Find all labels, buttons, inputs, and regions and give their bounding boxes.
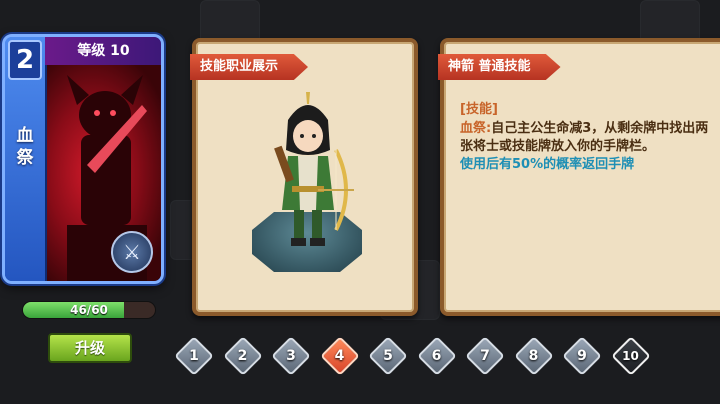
level-label: 10 xyxy=(622,349,639,363)
level-label: 1 xyxy=(189,348,199,364)
level-button-1[interactable]: 1 xyxy=(174,336,214,376)
skill-heading: [技能] xyxy=(460,102,498,117)
panel-ribbon: 技能职业展示 xyxy=(190,54,309,80)
level-button-8[interactable]: 8 xyxy=(513,336,554,376)
skill-class-panel: 技能职业展示 xyxy=(190,38,418,316)
level-button-10[interactable]: 10 xyxy=(610,336,651,376)
progress-text: 46/60 xyxy=(70,303,108,317)
level-label: 4 xyxy=(334,348,345,364)
level-label: 2 xyxy=(237,348,248,364)
card-level-label: 等级 10 xyxy=(45,37,161,65)
level-button-6[interactable]: 6 xyxy=(416,336,457,376)
archer-hero-icon xyxy=(274,92,354,246)
card-progress-bar: 46/60 xyxy=(22,301,156,319)
level-label: 3 xyxy=(286,348,296,364)
level-label: 5 xyxy=(383,348,393,364)
card-name-char: 祭 xyxy=(16,148,34,168)
skill-card[interactable]: 2 血 祭 等级 10 ⚔ xyxy=(2,34,164,284)
level-label: 7 xyxy=(480,348,490,364)
skill-description: 血祭:自己主公生命减3，从剩余牌中找出两张将士或技能牌放入你的手牌栏。 使用后有… xyxy=(460,120,712,174)
skill-description-panel: 神箭 普通技能 [技能] 血祭:自己主公生命减3，从剩余牌中找出两张将士或技能牌… xyxy=(438,38,720,316)
level-button-7[interactable]: 7 xyxy=(465,336,505,376)
upgrade-button[interactable]: 升级 xyxy=(48,333,132,363)
level-button-5[interactable]: 5 xyxy=(368,336,408,376)
level-selector: 1 2 3 4 5 6 7 8 9 10 xyxy=(174,336,656,378)
level-label: 9 xyxy=(577,348,587,364)
level-label: 6 xyxy=(431,348,442,364)
level-button-2[interactable]: 2 xyxy=(222,336,263,376)
skill-keyword: 血祭: xyxy=(460,121,492,136)
level-button-9[interactable]: 9 xyxy=(562,336,602,376)
panel-ribbon: 神箭 普通技能 xyxy=(438,54,561,80)
crossed-swords-icon: ⚔ xyxy=(111,231,153,273)
level-button-3[interactable]: 3 xyxy=(271,336,311,376)
skill-description-main: 自己主公生命减3，从剩余牌中找出两张将士或技能牌放入你的手牌栏。 xyxy=(460,121,709,154)
card-cost: 2 xyxy=(8,40,42,80)
card-name-char: 血 xyxy=(16,126,34,146)
skill-description-highlight: 使用后有50%的概率返回手牌 xyxy=(460,157,635,172)
level-label: 8 xyxy=(528,348,539,364)
level-button-4[interactable]: 4 xyxy=(319,336,360,376)
card-name: 血 祭 xyxy=(11,125,39,169)
